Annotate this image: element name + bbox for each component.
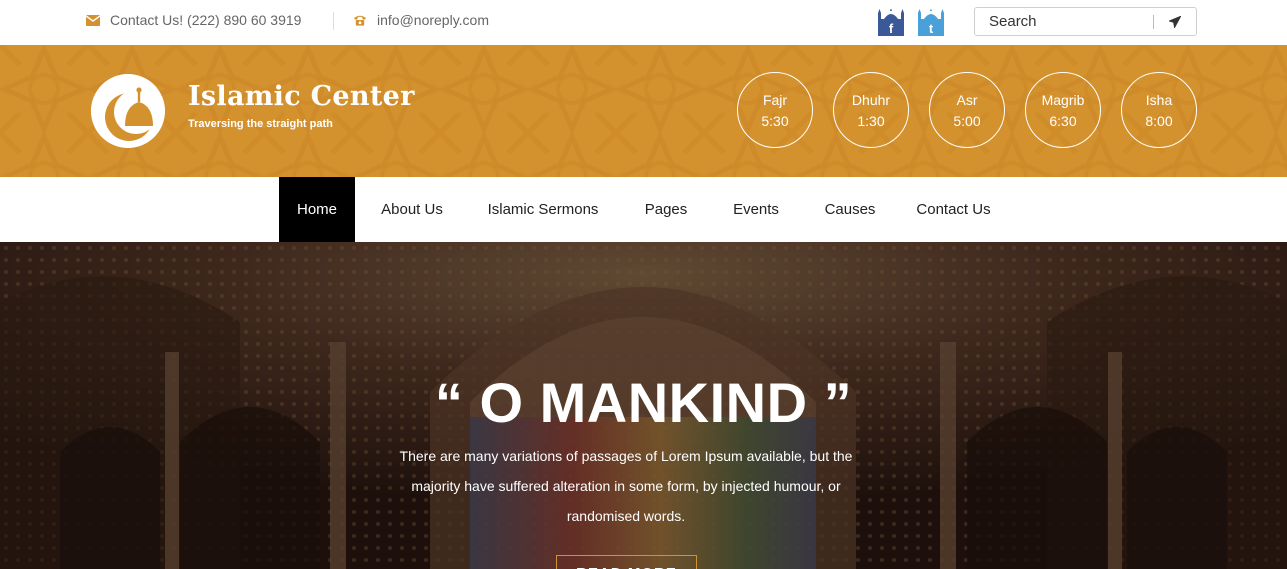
- read-more-button[interactable]: READ MORE: [556, 555, 697, 569]
- nav-item-causes[interactable]: Causes: [810, 177, 890, 242]
- nav-item-pages[interactable]: Pages: [630, 177, 702, 242]
- search-box: [974, 7, 1197, 36]
- prayer-name: Asr: [956, 91, 978, 108]
- twitter-mosque-icon[interactable]: t: [918, 8, 944, 36]
- prayer-time: 5:30: [761, 112, 789, 129]
- facebook-mosque-icon[interactable]: f: [878, 8, 904, 36]
- prayer-name: Fajr: [762, 91, 788, 108]
- contact-email[interactable]: info@noreply.com: [353, 12, 489, 28]
- main-nav: Home About Us Islamic Sermons Pages Even…: [0, 177, 1287, 242]
- hero-description: There are many variations of passages of…: [399, 448, 853, 524]
- prayer-name: Dhuhr: [851, 91, 891, 108]
- prayer-time: 5:00: [953, 112, 981, 129]
- nav-item-events[interactable]: Events: [718, 177, 794, 242]
- header-banner: Islamic Center Traversing the straight p…: [0, 45, 1287, 177]
- search-input[interactable]: [975, 8, 1153, 35]
- nav-item-contact-us[interactable]: Contact Us: [905, 177, 1002, 242]
- svg-text:f: f: [889, 21, 894, 36]
- nav-item-islamic-sermons[interactable]: Islamic Sermons: [472, 177, 614, 242]
- top-bar: Contact Us! (222) 890 60 3919 info@norep…: [0, 0, 1287, 45]
- prayer-time: 1:30: [857, 112, 885, 129]
- logo[interactable]: [91, 74, 165, 148]
- prayer-time-dhuhr: Dhuhr 1:30: [833, 72, 909, 148]
- prayer-name: Magrib: [1041, 91, 1085, 108]
- hero-slider: “ O MANKIND ” There are many variations …: [0, 242, 1287, 569]
- prayer-time-isha: Isha 8:00: [1121, 72, 1197, 148]
- svg-text:t: t: [929, 21, 934, 36]
- hero-title: “ O MANKIND ”: [434, 371, 853, 434]
- prayer-name: Isha: [1145, 91, 1173, 108]
- crescent-mosque-icon: [91, 74, 165, 148]
- contact-phone: Contact Us! (222) 890 60 3919: [86, 12, 301, 28]
- prayer-time: 6:30: [1049, 112, 1077, 129]
- contact-phone-text: Contact Us! (222) 890 60 3919: [110, 12, 302, 28]
- nav-item-about-us[interactable]: About Us: [366, 177, 458, 242]
- prayer-time-fajr: Fajr 5:30: [737, 72, 813, 148]
- phone-icon: [353, 13, 367, 27]
- envelope-icon: [86, 13, 100, 27]
- prayer-time-magrib: Magrib 6:30: [1025, 72, 1101, 148]
- paper-plane-icon[interactable]: [1154, 8, 1196, 35]
- prayer-time: 8:00: [1145, 112, 1173, 129]
- prayer-time-asr: Asr 5:00: [929, 72, 1005, 148]
- site-tagline: Traversing the straight path: [188, 118, 333, 130]
- divider: [333, 12, 334, 30]
- site-title[interactable]: Islamic Center: [188, 81, 415, 112]
- nav-item-home[interactable]: Home: [279, 177, 355, 242]
- contact-email-text[interactable]: info@noreply.com: [377, 12, 489, 28]
